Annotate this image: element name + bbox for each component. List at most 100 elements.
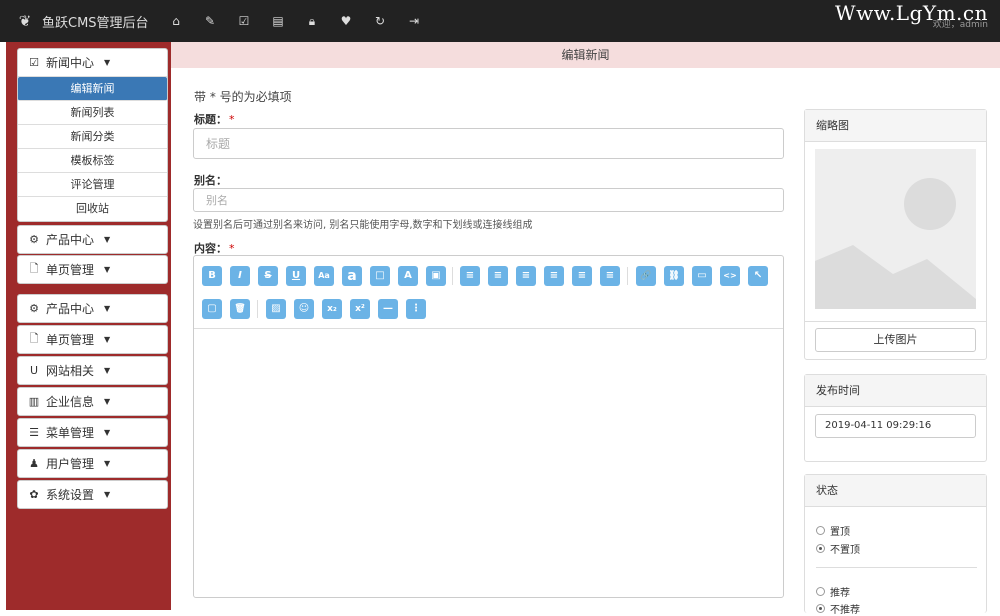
sidebar-group-label: 系统设置 — [46, 488, 95, 502]
ordered-list-icon[interactable]: ⋮ — [406, 299, 426, 319]
publish-time-title: 发布时间 — [805, 375, 986, 407]
align-center-icon[interactable]: ≡ — [460, 266, 480, 286]
sidebar-group-users[interactable]: ♟ 用户管理 ▼ — [17, 449, 168, 478]
cursor-icon[interactable]: ↖ — [748, 266, 768, 286]
list-icon: ☰ — [29, 426, 39, 439]
upload-image-button[interactable]: 上传图片 — [815, 328, 976, 352]
list-icon[interactable]: ≡ — [600, 266, 620, 286]
panel-divider — [805, 321, 986, 322]
sidebar-group-company[interactable]: ▥ 企业信息 ▼ — [17, 387, 168, 416]
publish-time-panel: 发布时间 2019-04-11 09:29:16 — [804, 374, 987, 462]
sidebar-group-label: 新闻中心 — [46, 56, 95, 70]
radio-recommend[interactable]: 推荐 — [816, 584, 850, 599]
link-icon[interactable]: 🔗 — [636, 266, 656, 286]
superscript-icon[interactable]: x² — [350, 299, 370, 319]
status-title: 状态 — [805, 475, 986, 507]
sidebar-group-news-header[interactable]: ☑ 新闻中心 ▼ — [18, 49, 167, 76]
emoji-icon[interactable]: ☺ — [294, 299, 314, 319]
sidebar-group-settings[interactable]: ✿ 系统设置 ▼ — [17, 480, 168, 509]
align-justify-icon[interactable]: ≡ — [544, 266, 564, 286]
bold-icon[interactable]: B — [202, 266, 222, 286]
radio-not-pin-top[interactable]: 不置顶 — [816, 541, 860, 556]
refresh-icon[interactable]: ↻ — [369, 14, 391, 28]
sidebar-group-menu[interactable]: ☰ 菜单管理 ▼ — [17, 418, 168, 447]
sidebar-group-website[interactable]: U 网站相关 ▼ — [17, 356, 168, 385]
image-icon[interactable]: ▨ — [266, 299, 286, 319]
radio-not-recommend[interactable]: 不推荐 — [816, 601, 860, 616]
sidebar-group-label: 企业信息 — [46, 395, 95, 409]
caret-down-icon: ▼ — [104, 459, 111, 468]
sidebar-group-pages[interactable]: 🗋 单页管理 ▼ — [17, 255, 168, 284]
font-color-icon[interactable]: A — [398, 266, 418, 286]
toolbar-divider — [452, 267, 453, 285]
lock-icon[interactable]: 🔒︎ — [301, 14, 323, 29]
sidebar-group-news: ☑ 新闻中心 ▼ 编辑新闻 新闻列表 新闻分类 模板标签 评论管理 回收站 — [17, 48, 168, 222]
rich-text-editor[interactable]: B I S U Aa a □ A ▣ ≡ ≡ ≡ ≡ ≡ ≡ 🔗 ⛓ ▭ <> … — [193, 255, 784, 598]
sidebar-item-news-list[interactable]: 新闻列表 — [18, 101, 167, 125]
edit-icon[interactable]: ☑ — [233, 14, 255, 28]
table-icon[interactable]: ▭ — [692, 266, 712, 286]
background-color-icon[interactable]: ▣ — [426, 266, 446, 286]
alias-input[interactable]: 别名 — [193, 188, 784, 212]
title-input[interactable]: 标题 — [193, 128, 784, 159]
sidebar-item-recycle-bin[interactable]: 回收站 — [18, 197, 167, 221]
font-family-icon[interactable]: a — [342, 266, 362, 286]
italic-icon[interactable]: I — [230, 266, 250, 286]
sidebar-group-label: 单页管理 — [46, 263, 95, 277]
thumbnail-panel: 缩略图 上传图片 — [804, 109, 987, 360]
required-star: * — [229, 242, 235, 255]
required-star: * — [229, 113, 235, 126]
indent-icon[interactable]: ≡ — [572, 266, 592, 286]
editor-body[interactable] — [194, 329, 783, 597]
caret-down-icon: ▼ — [104, 428, 111, 437]
underline-icon[interactable]: U — [286, 266, 306, 286]
publish-time-input[interactable]: 2019-04-11 09:29:16 — [815, 414, 976, 438]
list-icon[interactable]: ▤ — [267, 14, 289, 28]
user-icon: ♟ — [29, 457, 39, 470]
radio-pin-top[interactable]: 置顶 — [816, 523, 850, 538]
alias-help-text: 设置别名后可通过别名来访问, 别名只能使用字母,数字和下划线或连接线组成 — [193, 220, 533, 231]
heart-icon[interactable]: ♥ — [335, 14, 357, 28]
radio-dot[interactable] — [816, 587, 825, 596]
radio-dot[interactable] — [816, 544, 825, 553]
caret-down-icon: ▼ — [104, 235, 111, 244]
toolbar-divider — [257, 300, 258, 318]
main-content: 编辑新闻 带 * 号的为必填项 标题： * 标题 别名： 别名 设置别名后可通过别… — [171, 42, 1000, 616]
caret-down-icon: ▼ — [104, 335, 111, 344]
content-label: 内容： * — [194, 242, 235, 255]
home-icon[interactable]: ⌂ — [165, 14, 187, 28]
radio-dot[interactable] — [816, 526, 825, 535]
subscript-icon[interactable]: x₂ — [322, 299, 342, 319]
sidebar-group-products[interactable]: ⚙ 产品中心 ▼ — [17, 225, 168, 254]
font-size-icon[interactable]: Aa — [314, 266, 334, 286]
toolbar-divider — [627, 267, 628, 285]
top-nav-icons: ⌂ ✎ ☑ ▤ 🔒︎ ♥ ↻ ⇥ — [165, 0, 425, 42]
radio-dot[interactable] — [816, 604, 825, 613]
fullscreen-icon[interactable]: ▢ — [202, 299, 222, 319]
highlight-icon[interactable]: □ — [370, 266, 390, 286]
magnet-icon: U — [29, 364, 39, 377]
gears-icon: ⚙ — [29, 233, 39, 246]
brand[interactable]: ❦ 鱼跃CMS管理后台 — [16, 0, 149, 42]
sidebar-group-pages-2[interactable]: 🗋 单页管理 ▼ — [17, 325, 168, 354]
fish-logo-icon: ❦ — [18, 12, 32, 30]
align-right-icon[interactable]: ≡ — [516, 266, 536, 286]
sidebar-item-edit-news[interactable]: 编辑新闻 — [18, 77, 167, 101]
thumbnail-placeholder-image — [815, 149, 976, 309]
caret-down-icon: ▼ — [104, 265, 111, 274]
app-title: 鱼跃CMS管理后台 — [42, 15, 149, 31]
align-left-icon[interactable]: ≡ — [488, 266, 508, 286]
code-icon[interactable]: <> — [720, 266, 740, 286]
caret-down-icon: ▼ — [104, 304, 111, 313]
user-greeting[interactable]: 欢迎，admin — [933, 17, 988, 30]
pencil-icon[interactable]: ✎ — [199, 14, 221, 28]
sidebar-item-news-category[interactable]: 新闻分类 — [18, 125, 167, 149]
unlink-icon[interactable]: ⛓ — [664, 266, 684, 286]
trash-icon[interactable]: 🗑 — [230, 299, 250, 319]
horizontal-rule-icon[interactable]: — — [378, 299, 398, 319]
strikethrough-icon[interactable]: S — [258, 266, 278, 286]
logout-icon[interactable]: ⇥ — [403, 14, 425, 28]
sidebar-item-template-tags[interactable]: 模板标签 — [18, 149, 167, 173]
sidebar-group-products-2[interactable]: ⚙ 产品中心 ▼ — [17, 294, 168, 323]
sidebar-item-comments[interactable]: 评论管理 — [18, 173, 167, 197]
